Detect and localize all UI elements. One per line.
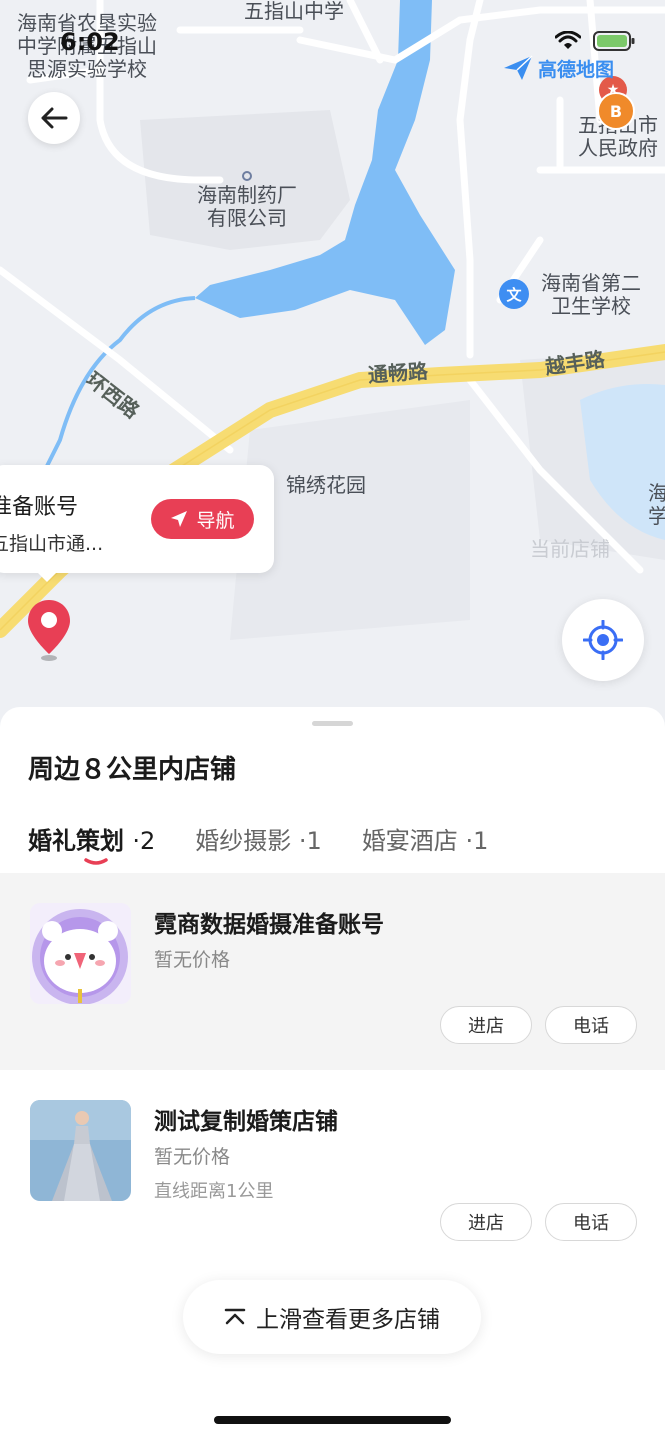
enter-store-button[interactable]: 进店 [440, 1006, 532, 1044]
swipe-up-more-label: 上滑查看更多店铺 [256, 1307, 440, 1333]
popup-store-address: 五指山市通... [0, 533, 104, 555]
map-view[interactable]: 海南省农垦实验中学附属五指山思源实验学校 五指山中学 海南制药厂有限公司 五指山… [0, 0, 665, 740]
status-time: 6:02 [60, 28, 120, 56]
store-list-sheet[interactable]: 周边８公里内店铺 婚礼策划 ·2 婚纱摄影 ·1 婚宴酒店 ·1 霓商数据婚摄准… [0, 707, 665, 1440]
shop-name: 测试复制婚策店铺 [154, 1109, 338, 1135]
map-label-health-school: 海南省第二卫生学校 [541, 271, 641, 318]
sheet-title: 周边８公里内店铺 [28, 755, 237, 785]
category-tabs: 婚礼策划 ·2 婚纱摄影 ·1 婚宴酒店 ·1 [28, 821, 528, 865]
tab-wedding-hotel[interactable]: 婚宴酒店 ·1 [362, 821, 489, 856]
school-poi-icon[interactable]: 文 [499, 279, 529, 309]
navigate-button[interactable]: 导航 [151, 499, 254, 539]
tab-count: ·2 [132, 827, 156, 855]
tab-wedding-planning[interactable]: 婚礼策划 ·2 [28, 821, 156, 865]
enter-store-button[interactable]: 进店 [440, 1203, 532, 1241]
shop-distance: 直线距离1公里 [154, 1181, 274, 1202]
map-label-current-store: 当前店铺 [530, 537, 610, 561]
map-label-pharma: 海南制药厂有限公司 [197, 183, 297, 230]
call-button[interactable]: 电话 [545, 1203, 637, 1241]
tab-count: ·1 [465, 827, 489, 855]
tab-count: ·1 [298, 827, 322, 855]
map-label-wuzhishan-school: 五指山中学 [244, 0, 344, 23]
shop-card[interactable]: 霓商数据婚摄准备账号 暂无价格 进店 电话 [0, 873, 665, 1070]
battery-icon [593, 31, 635, 51]
drag-handle[interactable] [312, 721, 353, 726]
amap-logo: 高德地图 [502, 54, 614, 82]
store-location-pin-icon[interactable] [26, 598, 72, 664]
amap-logo-icon [504, 55, 533, 80]
bride-photo-thumbnail [30, 1100, 131, 1201]
arrow-left-icon [41, 107, 68, 129]
wifi-icon [555, 31, 581, 49]
map-label-jinxiu: 锦绣花园 [286, 473, 366, 497]
shop-card[interactable]: 测试复制婚策店铺 暂无价格 直线距离1公里 进店 电话 [0, 1070, 665, 1267]
map-label-tongchang-road: 通畅路 [367, 358, 429, 388]
map-label-edge: 海学 [648, 481, 665, 528]
shop-price: 暂无价格 [154, 949, 231, 971]
crosshair-icon [583, 620, 623, 660]
bear-avatar-icon [30, 903, 131, 1004]
popup-store-name: 准备账号 [0, 495, 79, 520]
building-poi-icon[interactable]: B [597, 92, 635, 130]
home-indicator[interactable] [214, 1416, 451, 1424]
call-button[interactable]: 电话 [545, 1006, 637, 1044]
tab-label: 婚纱摄影 [195, 827, 292, 855]
active-tab-indicator [84, 858, 108, 865]
navigation-arrow-icon [171, 511, 188, 527]
store-popup[interactable]: 准备账号 五指山市通... 导航 [0, 465, 274, 582]
locate-me-button[interactable] [562, 599, 644, 681]
chevron-up-icon [224, 1308, 246, 1325]
bride-photo-icon [30, 1100, 131, 1201]
amap-logo-text: 高德地图 [538, 58, 615, 81]
status-icons [555, 30, 635, 52]
shop-name: 霓商数据婚摄准备账号 [154, 912, 384, 938]
tab-label: 婚宴酒店 [361, 827, 458, 855]
navigate-label: 导航 [196, 509, 235, 532]
bear-avatar-thumbnail [30, 903, 131, 1004]
tab-wedding-photography[interactable]: 婚纱摄影 ·1 [195, 821, 322, 856]
tab-label: 婚礼策划 [28, 827, 124, 855]
shop-price: 暂无价格 [154, 1146, 231, 1168]
swipe-up-more-button[interactable]: 上滑查看更多店铺 [183, 1280, 481, 1354]
back-button[interactable] [28, 92, 80, 144]
